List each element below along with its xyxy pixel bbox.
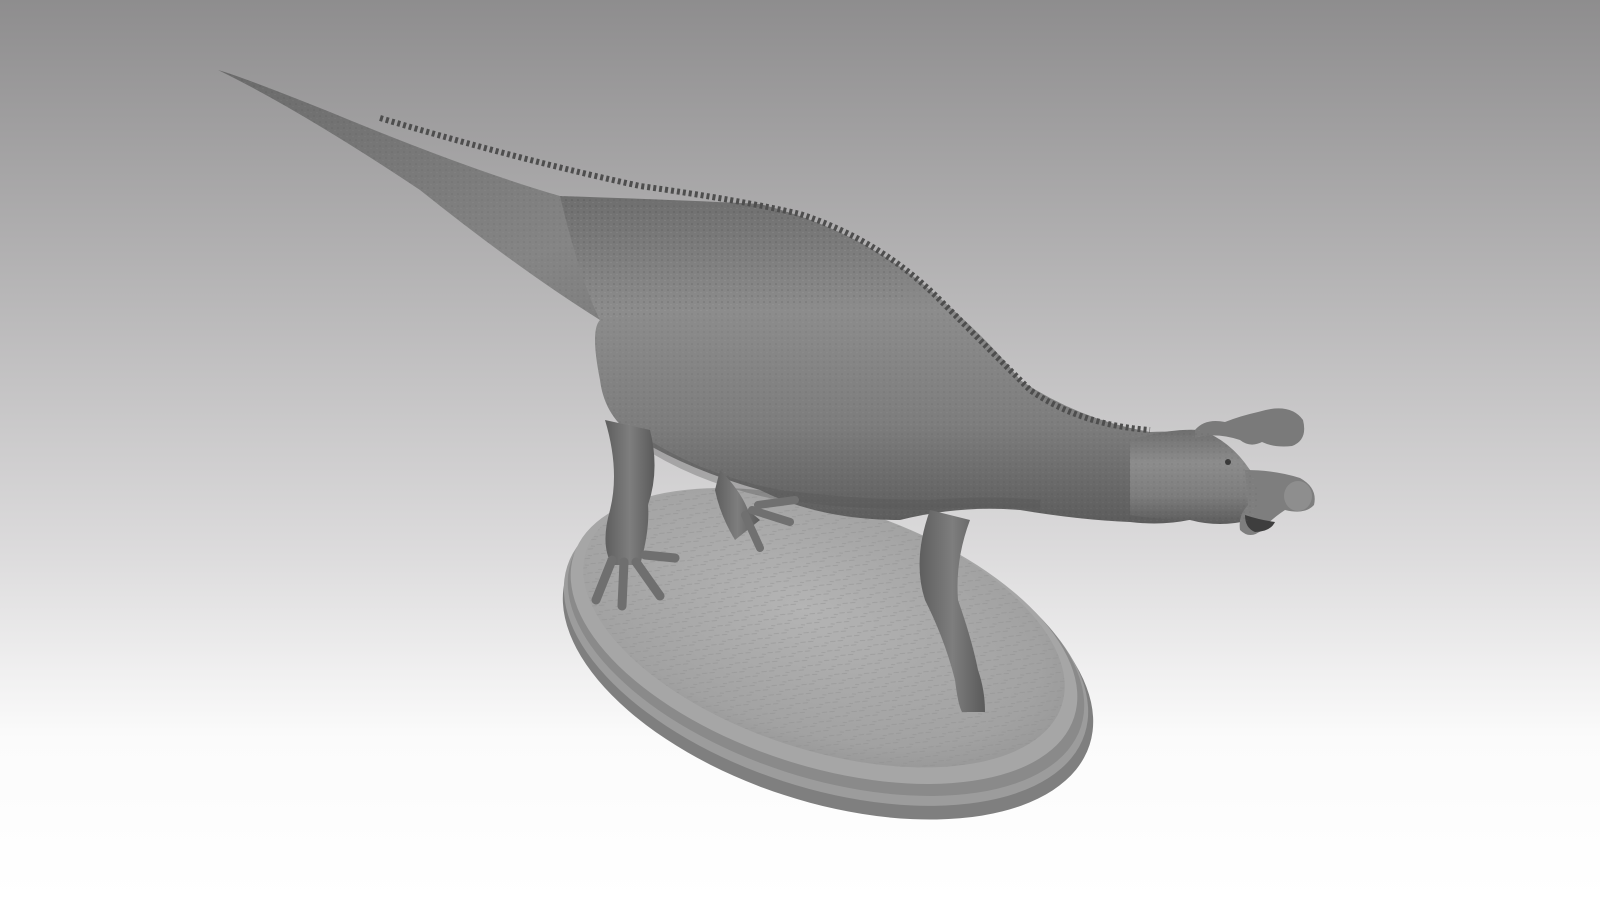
3d-viewport[interactable] [0, 0, 1600, 900]
dinosaur-body [218, 70, 1220, 524]
dinosaur-head [1130, 408, 1315, 535]
sculpt-render [218, 70, 1315, 820]
